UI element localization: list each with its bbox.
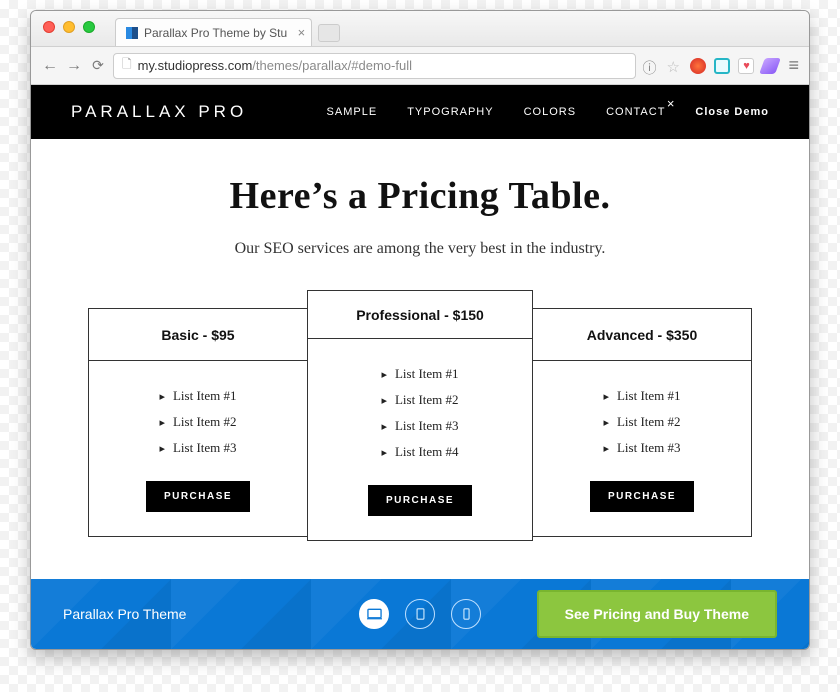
close-demo-link[interactable]: Close Demo [695, 106, 769, 118]
window-controls [31, 11, 107, 33]
url-path: /themes/parallax/#demo-full [252, 58, 412, 73]
zoom-window-icon[interactable] [83, 21, 95, 33]
purchase-button[interactable]: PURCHASE [590, 481, 694, 512]
list-item: List Item #4 [381, 439, 458, 465]
plan-features: List Item #1 List Item #2 List Item #3 [159, 383, 236, 461]
extension-icon[interactable]: ♥ [738, 58, 754, 74]
list-item: List Item #2 [603, 409, 680, 435]
extension-icon[interactable] [690, 58, 706, 74]
plan-title: Advanced - $350 [533, 309, 751, 361]
page-title: Here’s a Pricing Table. [31, 174, 809, 218]
list-item: List Item #2 [159, 409, 236, 435]
back-button[interactable]: ← [41, 57, 59, 75]
pricing-table: Basic - $95 List Item #1 List Item #2 Li… [81, 308, 759, 541]
purchase-button[interactable]: PURCHASE [146, 481, 250, 512]
plan-professional: Professional - $150 List Item #1 List It… [307, 290, 533, 541]
reload-button[interactable]: ⟳ [89, 57, 107, 74]
plan-title: Professional - $150 [308, 291, 532, 339]
list-item: List Item #3 [159, 435, 236, 461]
nav-item-colors[interactable]: COLORS [524, 106, 576, 118]
tablet-icon[interactable] [405, 599, 435, 629]
titlebar: Parallax Pro Theme by Stu × [31, 11, 809, 47]
minimize-window-icon[interactable] [63, 21, 75, 33]
browser-tab[interactable]: Parallax Pro Theme by Stu × [115, 18, 312, 46]
theme-name: Parallax Pro Theme [63, 606, 186, 622]
bookmark-icon[interactable]: ☆ [666, 58, 682, 74]
extension-icon[interactable] [760, 58, 782, 74]
url-host: my.studiopress.com [138, 58, 253, 73]
nav-item-contact[interactable]: CONTACT [606, 106, 665, 118]
browser-window: Parallax Pro Theme by Stu × ← → ⟳ 🗋 my.s… [30, 10, 810, 650]
site-logo[interactable]: PARALLAX PRO [71, 102, 247, 122]
plan-features: List Item #1 List Item #2 List Item #3 [603, 383, 680, 461]
tab-close-icon[interactable]: × [298, 25, 306, 40]
search-icon[interactable]: ⓘ [642, 58, 658, 74]
list-item: List Item #3 [381, 413, 458, 439]
list-item: List Item #1 [381, 361, 458, 387]
toolbar-icons: ⓘ ☆ ♥ [642, 58, 778, 74]
list-item: List Item #3 [603, 435, 680, 461]
address-bar[interactable]: 🗋 my.studiopress.com/themes/parallax/#de… [113, 53, 636, 79]
nav-item-typography[interactable]: TYPOGRAPHY [407, 106, 493, 118]
nav-links: SAMPLE TYPOGRAPHY COLORS CONTACT Close D… [327, 106, 769, 118]
phone-icon[interactable] [451, 599, 481, 629]
nav-item-sample[interactable]: SAMPLE [327, 106, 378, 118]
favicon-icon [126, 27, 138, 39]
device-switcher [359, 599, 481, 629]
page-content: PARALLAX PRO SAMPLE TYPOGRAPHY COLORS CO… [31, 85, 809, 649]
close-window-icon[interactable] [43, 21, 55, 33]
list-item: List Item #2 [381, 387, 458, 413]
plan-basic: Basic - $95 List Item #1 List Item #2 Li… [88, 308, 308, 537]
forward-button[interactable]: → [65, 57, 83, 75]
browser-toolbar: ← → ⟳ 🗋 my.studiopress.com/themes/parall… [31, 47, 809, 85]
tab-title: Parallax Pro Theme by Stu [144, 26, 287, 40]
list-item: List Item #1 [603, 383, 680, 409]
list-item: List Item #1 [159, 383, 236, 409]
new-tab-button[interactable] [318, 24, 340, 42]
plan-features: List Item #1 List Item #2 List Item #3 L… [381, 361, 458, 465]
page-subtitle: Our SEO services are among the very best… [31, 240, 809, 258]
site-navbar: PARALLAX PRO SAMPLE TYPOGRAPHY COLORS CO… [31, 85, 809, 139]
plan-title: Basic - $95 [89, 309, 307, 361]
demo-toolbar: Parallax Pro Theme See Pricing and Buy T… [31, 579, 809, 649]
buy-theme-button[interactable]: See Pricing and Buy Theme [537, 590, 777, 638]
plan-advanced: Advanced - $350 List Item #1 List Item #… [532, 308, 752, 537]
extension-icon[interactable] [714, 58, 730, 74]
desktop-icon[interactable] [359, 599, 389, 629]
purchase-button[interactable]: PURCHASE [368, 485, 472, 516]
menu-icon[interactable]: ≡ [784, 55, 799, 76]
page-info-icon: 🗋 [122, 55, 132, 76]
hero-section: Here’s a Pricing Table. Our SEO services… [31, 139, 809, 278]
